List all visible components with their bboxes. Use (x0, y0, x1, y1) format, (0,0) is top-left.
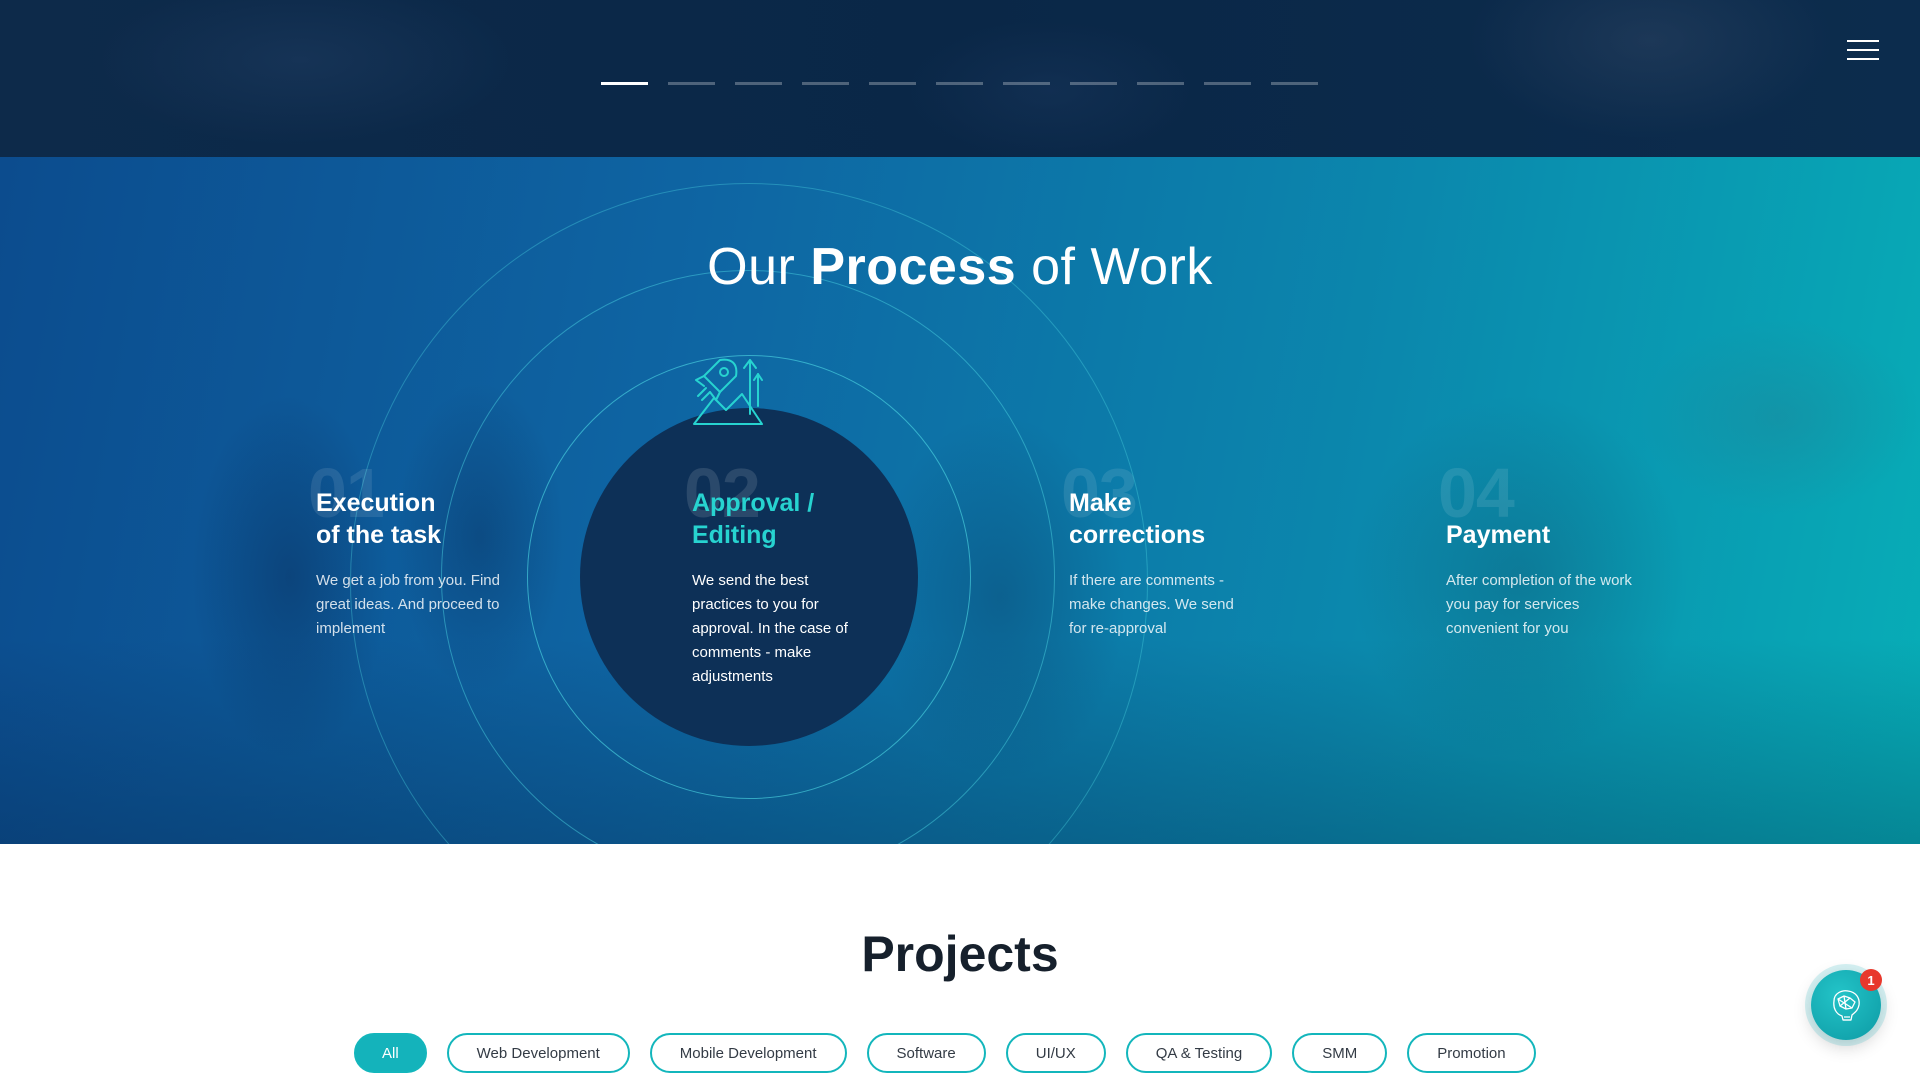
process-section: Our Process of Work 01 Execution of the … (0, 157, 1920, 844)
process-step-3: 03 Make corrections If there are comment… (1061, 454, 1239, 641)
step-description: We get a job from you. Find great ideas.… (316, 572, 500, 637)
process-step-2: 02 Approval / Editing We send the best p… (684, 454, 852, 689)
step-title: Make corrections (1069, 489, 1206, 549)
step-description: We send the best practices to you for ap… (692, 572, 848, 685)
process-title: Our Process of Work (707, 238, 1213, 296)
project-filter-bar: All Web Development Mobile Development S… (354, 1033, 1536, 1073)
slider-dot-7[interactable] (1003, 82, 1050, 85)
step-title: Approval / Editing (692, 489, 815, 549)
brain-chat-icon (1833, 990, 1860, 1021)
slider-dot-3[interactable] (735, 82, 782, 85)
slider-pagination (601, 82, 1318, 85)
slider-dot-5[interactable] (869, 82, 916, 85)
filter-qa-testing-button[interactable]: QA & Testing (1125, 1033, 1273, 1073)
filter-promotion-button[interactable]: Promotion (1407, 1033, 1536, 1073)
slider-dot-1[interactable] (601, 82, 648, 85)
slider-dot-9[interactable] (1137, 82, 1184, 85)
step-description: After completion of the work you pay for… (1446, 572, 1632, 637)
filter-software-button[interactable]: Software (866, 1033, 986, 1073)
hamburger-menu-icon[interactable] (1847, 40, 1879, 62)
filter-smm-button[interactable]: SMM (1292, 1033, 1388, 1073)
notification-badge: 1 (1860, 969, 1882, 991)
slider-dot-10[interactable] (1204, 82, 1251, 85)
projects-title: Projects (861, 926, 1059, 982)
filter-mobile-development-button[interactable]: Mobile Development (649, 1033, 847, 1073)
slider-dot-6[interactable] (936, 82, 983, 85)
process-step-1: 01 Execution of the task We get a job fr… (308, 454, 516, 641)
slider-dot-11[interactable] (1271, 82, 1318, 85)
slider-dot-2[interactable] (668, 82, 715, 85)
step-title: Payment (1446, 521, 1551, 549)
process-step-4: 04 Payment After completion of the work … (1438, 454, 1646, 641)
slider-dot-4[interactable] (802, 82, 849, 85)
hero-strip (0, 0, 1920, 157)
slider-dot-8[interactable] (1070, 82, 1117, 85)
filter-all-button[interactable]: All (354, 1033, 427, 1073)
filter-ui-ux-button[interactable]: UI/UX (1005, 1033, 1106, 1073)
rocket-growth-icon (693, 358, 763, 425)
filter-web-development-button[interactable]: Web Development (446, 1033, 630, 1073)
step-title: Execution of the task (316, 489, 442, 549)
step-description: If there are comments - make changes. We… (1069, 572, 1234, 637)
